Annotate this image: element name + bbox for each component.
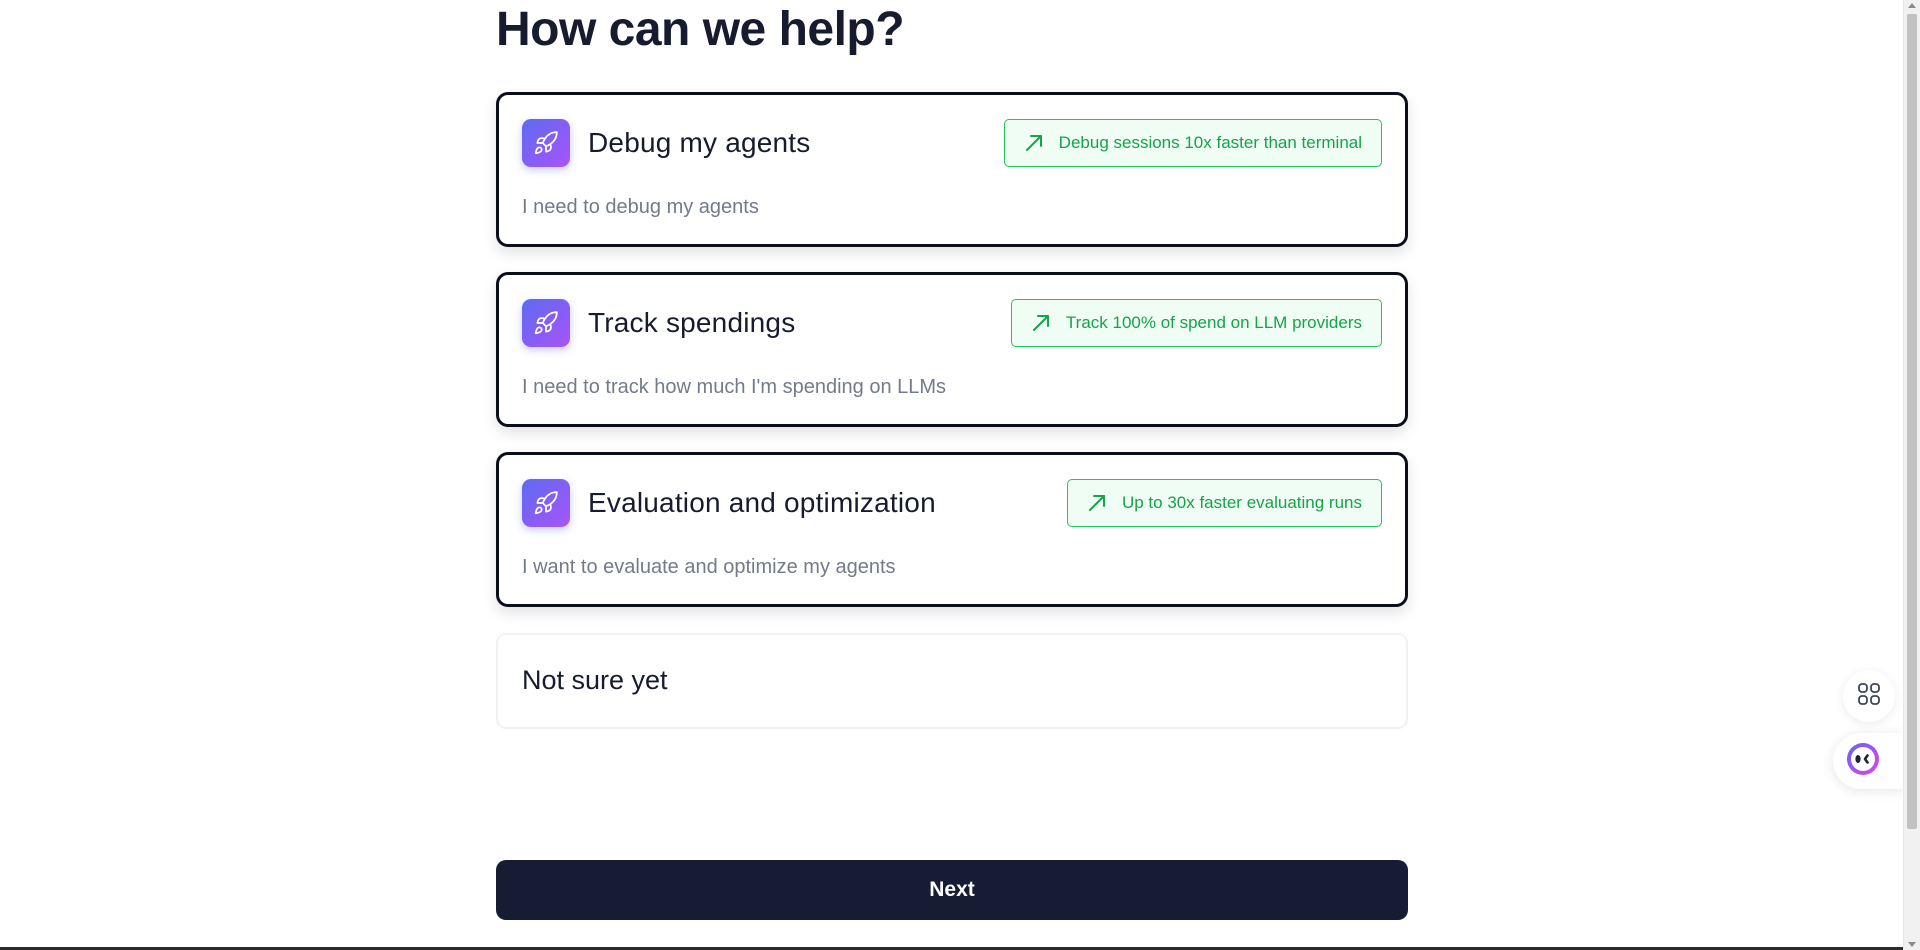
option-description: I want to evaluate and optimize my agent… xyxy=(522,556,896,578)
trend-up-arrow-icon xyxy=(1086,492,1108,514)
page-scrollbar[interactable] xyxy=(1903,0,1920,950)
option-title: Debug my agents xyxy=(588,127,811,158)
apps-grid-button[interactable] xyxy=(1843,670,1895,722)
option-description: I need to track how much I'm spending on… xyxy=(522,376,947,398)
option-title: Not sure yet xyxy=(522,665,668,695)
trend-up-arrow-icon xyxy=(1023,132,1045,154)
option-title: Evaluation and optimization xyxy=(588,487,936,518)
apps-grid-icon xyxy=(1856,681,1882,712)
page-title: How can we help? xyxy=(496,3,905,56)
scrollbar-thumb[interactable] xyxy=(1907,14,1917,829)
option-badge-text: Track 100% of spend on LLM providers xyxy=(1065,313,1362,332)
option-badge-text: Up to 30x faster evaluating runs xyxy=(1121,493,1362,512)
option-benefit-badge: Track 100% of spend on LLM providers xyxy=(1010,299,1382,347)
scroll-up-arrow-icon[interactable] xyxy=(1908,3,1916,8)
assistant-launcher-button[interactable] xyxy=(1833,733,1905,789)
option-card-debug-agents[interactable]: Debug my agents Debug sessions 10x faste… xyxy=(496,92,1408,247)
option-card-evaluation-optimization[interactable]: Evaluation and optimization Up to 30x fa… xyxy=(496,452,1408,607)
page: How can we help? Debug my agents Debug s… xyxy=(0,0,1920,950)
option-card-track-spendings[interactable]: Track spendings Track 100% of spend on L… xyxy=(496,272,1408,427)
rocket-icon xyxy=(522,299,570,347)
option-title: Track spendings xyxy=(588,307,796,338)
scroll-down-arrow-icon[interactable] xyxy=(1908,942,1916,947)
rocket-icon xyxy=(522,479,570,527)
rocket-icon xyxy=(522,119,570,167)
option-benefit-badge: Debug sessions 10x faster than terminal xyxy=(1003,119,1382,167)
assistant-face-icon xyxy=(1845,741,1881,782)
option-description: I need to debug my agents xyxy=(522,196,759,218)
option-benefit-badge: Up to 30x faster evaluating runs xyxy=(1066,479,1382,527)
trend-up-arrow-icon xyxy=(1030,312,1052,334)
option-badge-text: Debug sessions 10x faster than terminal xyxy=(1058,133,1362,152)
next-button[interactable]: Next xyxy=(496,860,1408,920)
option-card-not-sure[interactable]: Not sure yet xyxy=(496,633,1408,729)
